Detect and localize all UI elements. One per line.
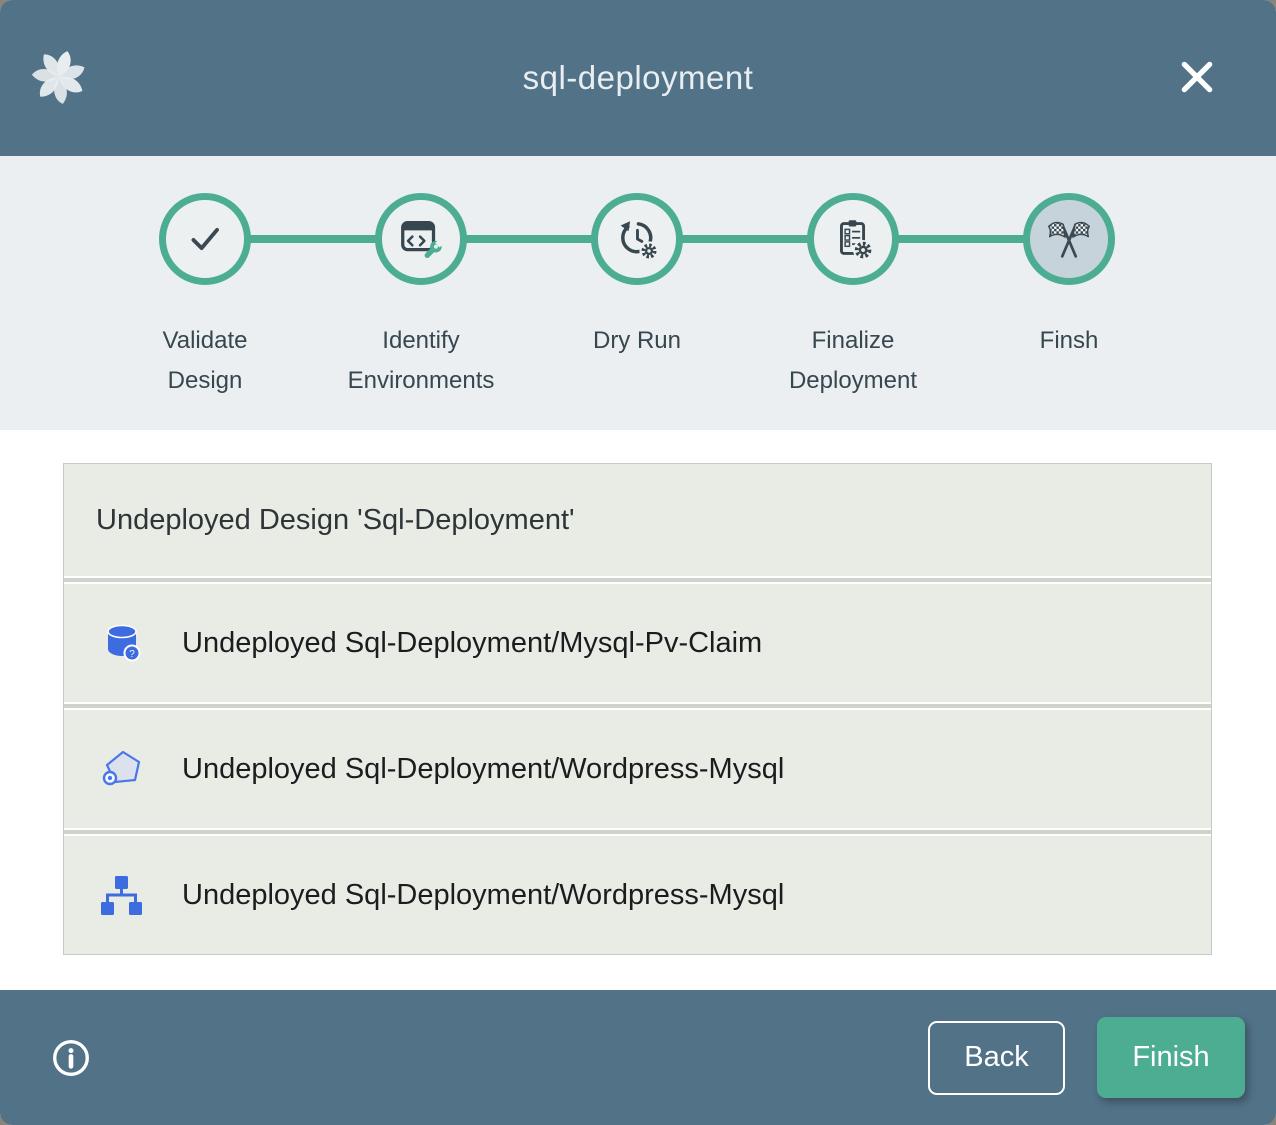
code-window-wrench-icon — [396, 214, 446, 264]
step-finish-circle[interactable] — [1023, 193, 1115, 285]
step-label: Finsh — [988, 321, 1150, 361]
row-divider — [64, 830, 1211, 834]
dialog-footer: Back Finish — [0, 990, 1276, 1125]
dialog-title: sql-deployment — [523, 59, 754, 97]
status-row-text: Undeployed Sql-Deployment/Wordpress-Mysq… — [182, 753, 784, 786]
status-row-text: Undeployed Sql-Deployment/Mysql-Pv-Claim — [182, 627, 762, 660]
step-identify-environments: Identify Environments — [313, 193, 529, 401]
deployment-tree-icon — [98, 871, 146, 919]
close-button[interactable] — [1174, 54, 1220, 100]
status-header-row: Undeployed Design 'Sql-Deployment' — [64, 464, 1211, 576]
step-label: Validate Design — [124, 321, 286, 401]
step-finalize-deployment: Finalize Deployment — [745, 193, 961, 401]
checkmark-icon — [180, 214, 230, 264]
app-logo-pinwheel-icon — [30, 48, 88, 106]
info-circle-icon[interactable] — [50, 1037, 92, 1079]
step-label: Identify Environments — [340, 321, 502, 401]
service-pentagon-icon — [98, 745, 146, 793]
step-identify-environments-circle[interactable] — [375, 193, 467, 285]
database-volume-icon: ? — [98, 619, 146, 667]
checkered-flags-icon — [1042, 212, 1096, 266]
close-x-icon — [1174, 54, 1220, 100]
step-validate-design: Validate Design — [97, 193, 313, 401]
dialog-body: Undeployed Design 'Sql-Deployment' ? Und… — [0, 430, 1276, 990]
status-row-wordpress-mysql-deployment: Undeployed Sql-Deployment/Wordpress-Mysq… — [64, 836, 1211, 954]
status-row-mysql-pv-claim: ? Undeployed Sql-Deployment/Mysql-Pv-Cla… — [64, 584, 1211, 702]
step-finish: Finsh — [961, 193, 1177, 361]
row-divider — [64, 578, 1211, 582]
back-button[interactable]: Back — [928, 1021, 1065, 1095]
svg-text:?: ? — [129, 649, 135, 660]
dialog-header: sql-deployment — [0, 0, 1276, 156]
step-validate-design-circle[interactable] — [159, 193, 251, 285]
deployment-status-list: Undeployed Design 'Sql-Deployment' ? Und… — [63, 463, 1212, 955]
status-header-text: Undeployed Design 'Sql-Deployment' — [96, 504, 575, 537]
status-row-wordpress-mysql-service: Undeployed Sql-Deployment/Wordpress-Mysq… — [64, 710, 1211, 828]
row-divider — [64, 704, 1211, 708]
step-dry-run: Dry Run — [529, 193, 745, 361]
step-label: Dry Run — [556, 321, 718, 361]
step-dry-run-circle[interactable] — [591, 193, 683, 285]
status-row-text: Undeployed Sql-Deployment/Wordpress-Mysq… — [182, 879, 784, 912]
sync-clock-gear-icon — [612, 214, 662, 264]
step-finalize-deployment-circle[interactable] — [807, 193, 899, 285]
sql-deployment-dialog: sql-deployment Validate Design — [0, 0, 1276, 1125]
step-label: Finalize Deployment — [772, 321, 934, 401]
wizard-stepper: Validate Design Identify Environments — [0, 156, 1276, 430]
finish-button[interactable]: Finish — [1097, 1017, 1245, 1098]
clipboard-gear-icon — [828, 214, 878, 264]
